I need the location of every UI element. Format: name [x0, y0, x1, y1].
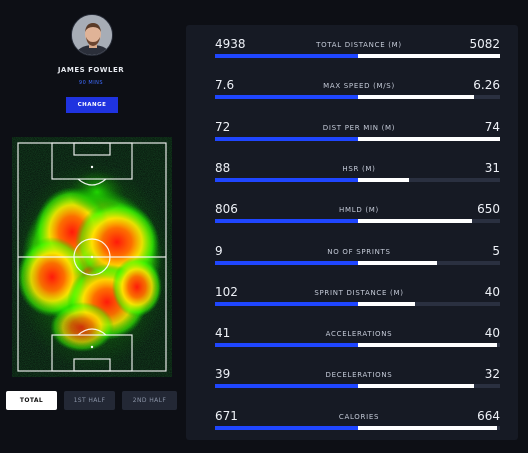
stat-right-value: 5082: [469, 37, 500, 51]
heatmap-pitch: [12, 137, 172, 377]
stat-label: HMLD (M): [339, 206, 379, 215]
stat-bar-left-fill: [215, 95, 358, 100]
stat-bar-right-fill: [357, 219, 472, 224]
stat-row: 41 ACCELERATIONS 40: [186, 326, 518, 366]
stat-bar-right-fill: [357, 136, 500, 141]
stat-bar-left-fill: [215, 54, 358, 58]
stat-label: TOTAL DISTANCE (M): [316, 41, 402, 49]
stat-bar-left-fill: [215, 384, 358, 389]
player-column: JAMES FOWLER 90 MINS CHANGE TOTAL 1ST HA…: [0, 0, 188, 453]
stat-comparison-bar: [215, 54, 500, 58]
stat-bar-left-fill: [215, 425, 358, 430]
change-player-button[interactable]: CHANGE: [66, 97, 118, 113]
stat-bar-left-fill: [215, 343, 358, 348]
stat-right-value: 650: [477, 202, 500, 217]
tab-1st-half[interactable]: 1ST HALF: [64, 391, 115, 410]
stat-right-value: 40: [484, 284, 500, 299]
stat-right-value: 664: [477, 408, 500, 423]
stat-row: 102 SPRINT DISTANCE (M) 40: [186, 285, 518, 325]
stat-right-value: 6.26: [473, 78, 500, 93]
stat-left-value: 72: [215, 119, 231, 134]
stat-right-value: 31: [484, 160, 500, 175]
stat-left-value: 4938: [215, 37, 246, 51]
stat-left-value: 39: [215, 367, 231, 382]
stat-label: SPRINT DISTANCE (M): [314, 288, 404, 297]
stat-comparison-bar: [215, 95, 500, 100]
tab-total[interactable]: TOTAL: [6, 391, 57, 410]
stat-row: 671 CALORIES 664: [186, 409, 518, 449]
stat-bar-right-fill: [357, 343, 498, 348]
stat-right-value: 40: [484, 326, 500, 341]
stat-left-value: 7.6: [215, 78, 235, 93]
stat-label: DECELERATIONS: [325, 371, 393, 380]
stat-row: 88 HSR (M) 31: [186, 161, 518, 201]
stat-right-value: 5: [492, 243, 500, 258]
stat-row: 806 HMLD (M) 650: [186, 202, 518, 242]
stat-label: HSR (M): [342, 164, 376, 173]
stat-left-value: 88: [215, 160, 231, 175]
stat-right-value: 74: [484, 119, 500, 134]
stat-row: 9 NO OF SPRINTS 5: [186, 244, 518, 284]
stat-bar-left-fill: [215, 301, 358, 306]
stat-bar-left-fill: [215, 260, 358, 265]
stat-bar-right-fill: [357, 425, 498, 430]
stat-bar-right-fill: [357, 177, 409, 182]
stat-row: 4938 TOTAL DISTANCE (M) 5082: [186, 37, 518, 77]
stat-left-value: 9: [215, 243, 223, 258]
stats-comparison-panel: 4938 TOTAL DISTANCE (M) 5082 7.6 MAX SPEED (…: [186, 25, 518, 440]
stat-bar-right-fill: [357, 54, 500, 58]
stat-label: MAX SPEED (M/S): [323, 82, 395, 91]
stat-bar-left-fill: [215, 177, 358, 182]
stat-left-value: 671: [215, 408, 238, 423]
stat-comparison-bar: [215, 301, 500, 306]
stat-bar-right-fill: [357, 301, 415, 306]
stat-comparison-bar: [215, 343, 500, 348]
stat-bar-left-fill: [215, 219, 358, 224]
player-name: JAMES FOWLER: [57, 66, 125, 74]
stat-comparison-bar: [215, 219, 500, 224]
minutes-played: 90 MINS: [78, 80, 104, 86]
stat-left-value: 806: [215, 202, 238, 217]
stat-bar-right-fill: [357, 95, 475, 100]
stat-row: 7.6 MAX SPEED (M/S) 6.26: [186, 78, 518, 118]
stat-comparison-bar: [215, 136, 500, 141]
stat-left-value: 102: [215, 284, 238, 299]
stat-label: NO OF SPRINTS: [327, 247, 391, 256]
stat-bar-left-fill: [215, 136, 358, 141]
stat-right-value: 32: [484, 367, 500, 382]
stat-label: CALORIES: [338, 412, 380, 421]
stat-comparison-bar: [215, 260, 500, 265]
stat-comparison-bar: [215, 425, 500, 430]
stat-row: 72 DIST PER MIN (M) 74: [186, 120, 518, 160]
stat-bar-right-fill: [357, 260, 438, 265]
stat-comparison-bar: [215, 384, 500, 389]
stat-left-value: 41: [215, 326, 231, 341]
stat-label: ACCELERATIONS: [325, 330, 393, 339]
stat-comparison-bar: [215, 177, 500, 182]
stat-row: 39 DECELERATIONS 32: [186, 367, 518, 407]
tab-2nd-half[interactable]: 2ND HALF: [122, 391, 177, 410]
stat-label: DIST PER MIN (M): [322, 123, 396, 132]
stat-bar-right-fill: [357, 384, 475, 389]
player-avatar: [71, 14, 113, 56]
